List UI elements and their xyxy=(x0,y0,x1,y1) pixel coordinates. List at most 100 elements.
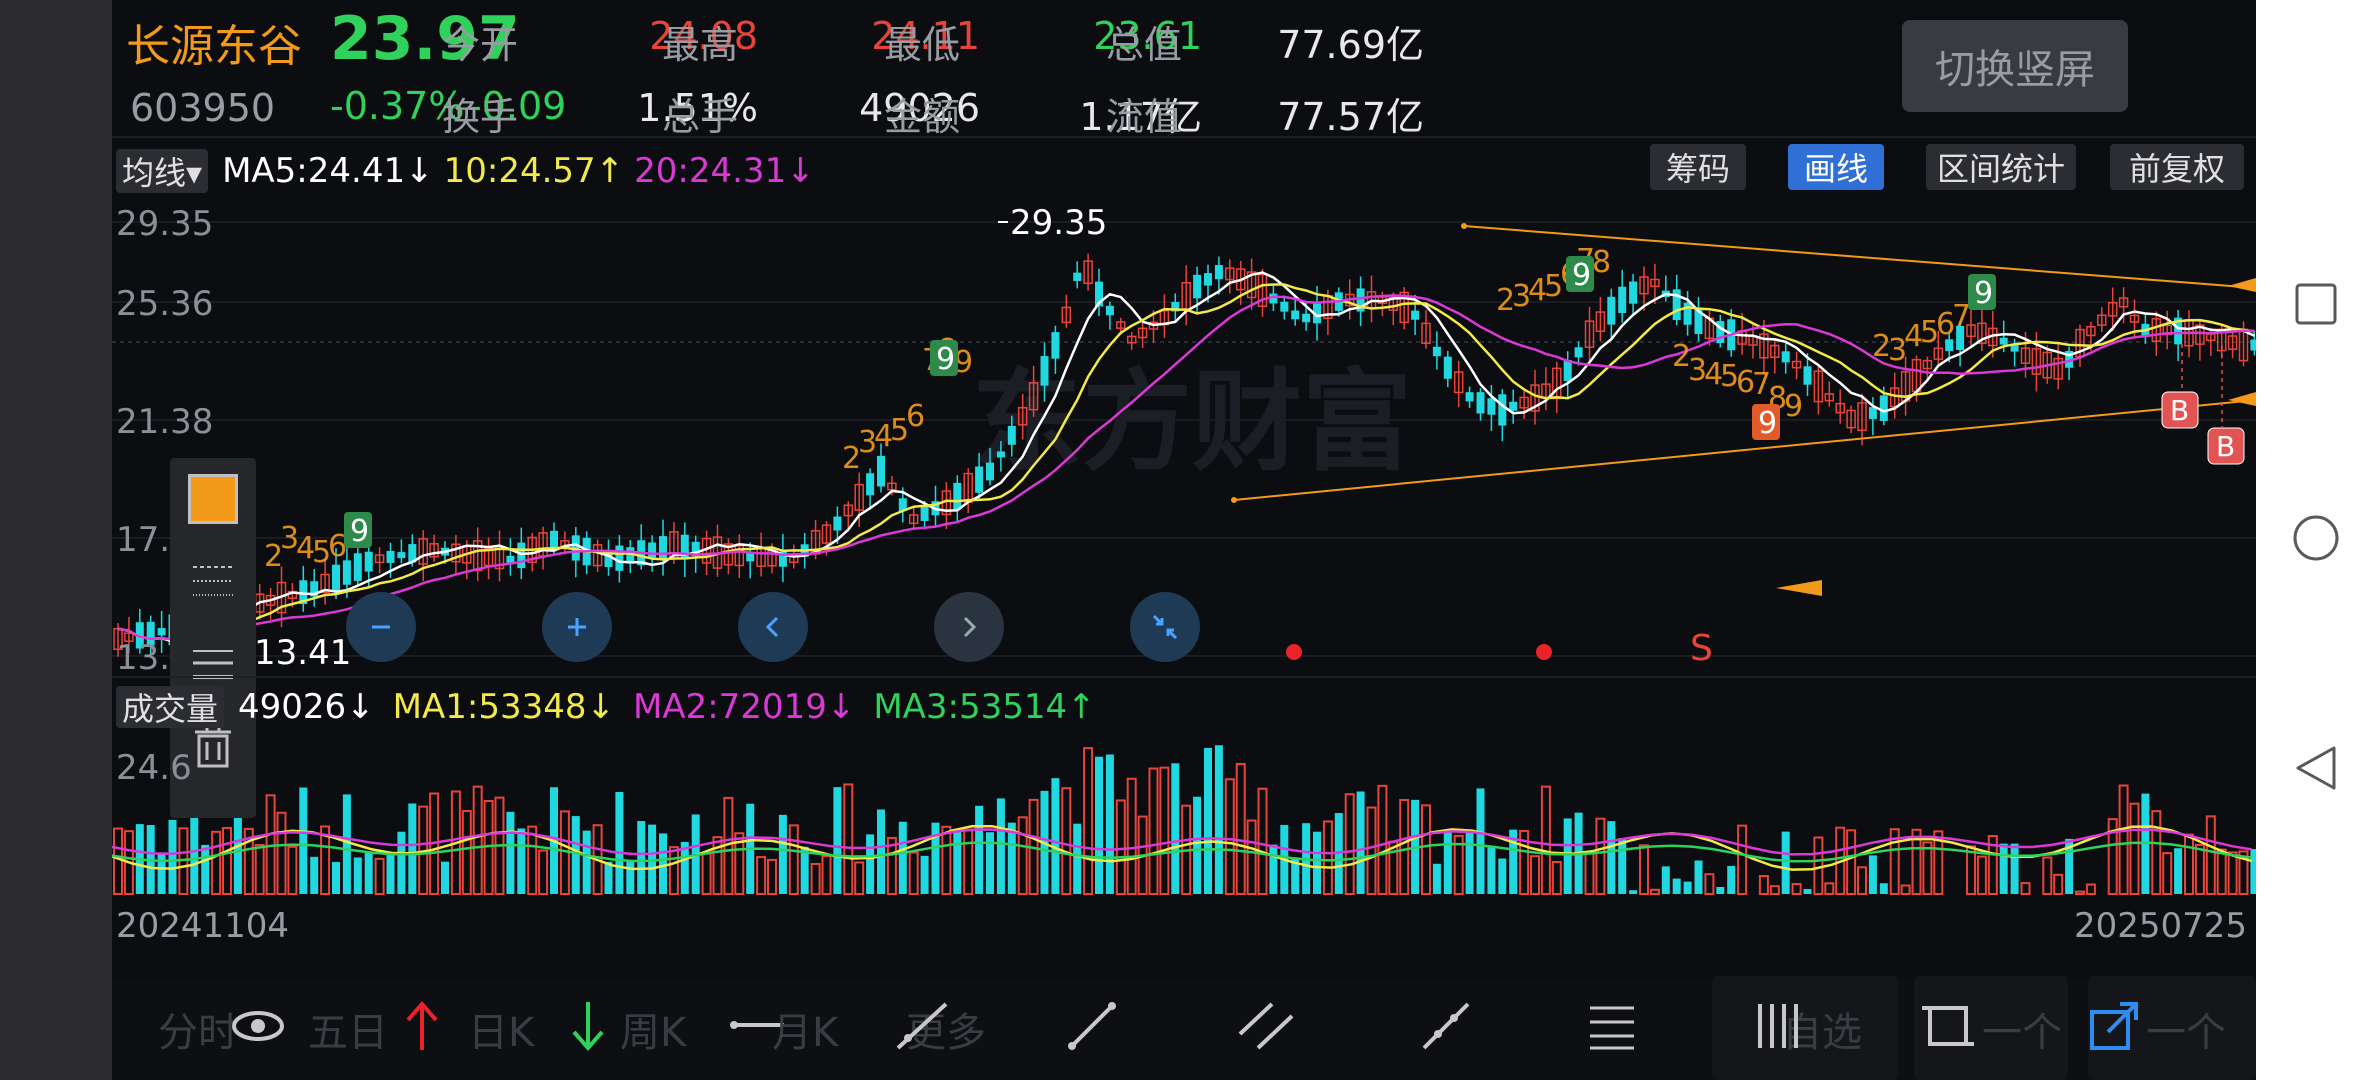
volume-bar xyxy=(571,816,580,894)
volume-bar xyxy=(931,822,940,894)
tab-item-a[interactable]: 一个 xyxy=(1982,1000,2062,1058)
stock-screen: 长源东谷 23.97 603950 -0.37% -0.09 今开 24.08 … xyxy=(112,0,2256,1080)
volume-bar xyxy=(2205,815,2216,895)
candle-body xyxy=(332,564,340,592)
plus-icon xyxy=(568,618,586,636)
volume-bar xyxy=(2194,843,2205,896)
volume-bar xyxy=(472,785,483,895)
volume-bar xyxy=(1051,778,1060,894)
extend-line-icon[interactable] xyxy=(1418,998,1474,1058)
volume-bar xyxy=(788,824,799,895)
parallel-line-icon[interactable] xyxy=(1236,998,1296,1058)
triangle-back-icon[interactable] xyxy=(2294,744,2338,792)
volume-bar xyxy=(527,825,538,896)
volume-bar xyxy=(1083,747,1094,895)
volume-bar xyxy=(461,810,472,896)
candle-body xyxy=(386,550,395,563)
eye-icon[interactable] xyxy=(230,1006,286,1050)
volume-bar xyxy=(659,833,667,894)
candle-body xyxy=(364,551,373,572)
volume-bar xyxy=(1704,873,1715,896)
candle-body xyxy=(342,560,351,585)
candle-body xyxy=(397,552,406,559)
tab-five-day[interactable]: 五日 xyxy=(308,1000,388,1058)
volume-bar xyxy=(1824,882,1835,896)
candle-body xyxy=(1051,332,1060,359)
candle-body xyxy=(920,506,929,521)
fibonacci-icon[interactable] xyxy=(1584,998,1640,1058)
volume-bar xyxy=(517,828,526,894)
volume-bar xyxy=(1683,881,1692,894)
volume-bar xyxy=(276,811,287,895)
line-width-icon xyxy=(193,650,233,679)
rectangle-icon[interactable] xyxy=(1920,998,1976,1058)
price-label: 21.38 xyxy=(116,402,214,442)
tab-monthly-k[interactable]: 月K xyxy=(772,1000,838,1058)
volume-selector[interactable]: 成交量 xyxy=(116,686,225,728)
volume-bar xyxy=(1900,884,1911,896)
candle-body xyxy=(1193,274,1202,299)
up-arrow-icon[interactable] xyxy=(402,998,442,1058)
volume-bar xyxy=(833,787,842,894)
color-picker[interactable] xyxy=(182,472,244,526)
kline-chart[interactable]: 东方财富 23456723456789234567823456789234567… xyxy=(112,0,2256,1080)
annotation-high: 29.35 xyxy=(998,203,1107,243)
columns-icon[interactable] xyxy=(1752,998,1808,1058)
sequence-number: 8 xyxy=(1592,245,1611,280)
nine-label: 9 xyxy=(350,514,369,549)
volume-bar xyxy=(1269,844,1278,894)
volume-bar xyxy=(1540,785,1551,896)
arrow-marker xyxy=(2228,392,2256,406)
sell-signals: S S xyxy=(960,628,1713,669)
volume-bar xyxy=(1159,766,1170,896)
circle-home-icon[interactable] xyxy=(2292,514,2340,562)
volume-bar xyxy=(287,845,298,895)
candle-body xyxy=(1509,401,1518,411)
candle-body xyxy=(1618,286,1627,313)
volume-bar xyxy=(996,798,1005,894)
candle-body xyxy=(975,466,984,493)
volume-bar xyxy=(168,819,177,894)
candle-body xyxy=(1291,310,1300,320)
sell-signal: S xyxy=(1690,628,1713,669)
volume-bar xyxy=(2174,848,2183,894)
tab-item-b[interactable]: 一个 xyxy=(2146,1000,2226,1058)
prev-button[interactable] xyxy=(738,592,808,662)
volume-bar xyxy=(1344,793,1355,896)
volume-bar xyxy=(975,805,984,894)
volume-bar xyxy=(604,861,613,894)
tab-weekly-k[interactable]: 周K xyxy=(620,1000,686,1058)
line-style-button[interactable] xyxy=(182,554,244,608)
chevron-right-icon xyxy=(963,616,977,638)
tab-daily-k[interactable]: 日K xyxy=(468,1000,534,1058)
volume-bar xyxy=(1999,843,2008,894)
volume-bar xyxy=(1214,745,1223,894)
zoom-out-button[interactable] xyxy=(1130,592,1200,662)
next-button[interactable] xyxy=(934,592,1004,662)
volume-bar xyxy=(1377,784,1388,896)
volume-bar xyxy=(810,862,821,895)
zoom-in-button[interactable] xyxy=(542,592,612,662)
candle-body xyxy=(1476,392,1485,414)
volume-bar xyxy=(1758,875,1769,896)
down-arrow-icon[interactable] xyxy=(568,998,608,1058)
volume-legend: 成交量 49026↓ MA1:53348↓ MA2:72019↓ MA3:535… xyxy=(116,684,1096,730)
volume-bar xyxy=(2129,802,2140,896)
volume-bar xyxy=(953,829,962,894)
square-recent-icon[interactable] xyxy=(2294,282,2338,326)
volume-bar xyxy=(908,851,919,896)
tab-intraday[interactable]: 分时 xyxy=(158,1000,238,1058)
volume-bar xyxy=(582,830,591,894)
scroll-left-button[interactable] xyxy=(346,592,416,662)
ray-line-icon[interactable] xyxy=(892,998,952,1058)
external-link-icon[interactable] xyxy=(2086,998,2142,1058)
line-tool-icon[interactable] xyxy=(1064,998,1120,1058)
trendline-anchor xyxy=(1231,497,1237,503)
chevron-left-icon xyxy=(765,616,779,638)
volume-bars xyxy=(113,745,2256,896)
volume-bar xyxy=(941,825,952,896)
high-annotation: 29.35 xyxy=(1010,203,1107,243)
price-label: 29.35 xyxy=(116,204,214,244)
candle-body xyxy=(1105,305,1114,316)
volume-bar xyxy=(1846,829,1857,896)
